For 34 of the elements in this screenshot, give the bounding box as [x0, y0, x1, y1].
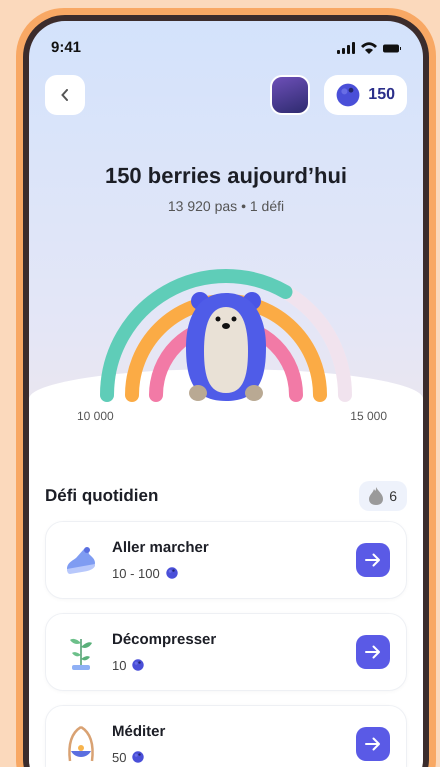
- avatar[interactable]: [270, 75, 310, 115]
- streak-count: 6: [389, 486, 397, 506]
- berry-icon: [166, 567, 178, 580]
- berry-icon: [132, 751, 144, 764]
- go-button[interactable]: [356, 635, 390, 669]
- challenge-card[interactable]: Aller marcher 10 - 100: [45, 521, 407, 599]
- status-time: 9:41: [51, 38, 82, 58]
- gauge-min-label: 10 000: [77, 408, 114, 425]
- challenge-card[interactable]: Décompresser 10: [45, 613, 407, 691]
- go-button[interactable]: [356, 727, 390, 761]
- battery-icon: [383, 44, 401, 52]
- challenge-reward: 50: [112, 748, 126, 766]
- challenge-card[interactable]: Méditer 50: [45, 705, 407, 767]
- challenge-name: Décompresser: [112, 630, 218, 650]
- hanging-seat-icon: [65, 725, 97, 763]
- challenge-name: Méditer: [112, 722, 166, 742]
- signal-icon: [337, 42, 355, 54]
- section-title: Défi quotidien: [45, 485, 158, 508]
- arrow-right-icon: [365, 737, 381, 751]
- wifi-icon: [361, 42, 377, 54]
- chevron-left-icon: [61, 89, 69, 101]
- flame-icon: [369, 487, 384, 505]
- go-button[interactable]: [356, 543, 390, 577]
- challenge-reward: 10 - 100: [112, 564, 160, 582]
- challenge-reward: 10: [112, 656, 126, 674]
- arrow-right-icon: [365, 553, 381, 567]
- berry-icon: [336, 83, 360, 107]
- daily-summary: 13 920 pas • 1 défi: [166, 197, 286, 216]
- challenge-name: Aller marcher: [112, 538, 210, 558]
- arrow-right-icon: [365, 645, 381, 659]
- daily-berries-title: 150 berries aujourd’hui: [104, 162, 348, 190]
- berry-count: 150: [368, 85, 395, 105]
- berry-icon: [132, 659, 144, 672]
- gauge-max-label: 15 000: [350, 408, 387, 425]
